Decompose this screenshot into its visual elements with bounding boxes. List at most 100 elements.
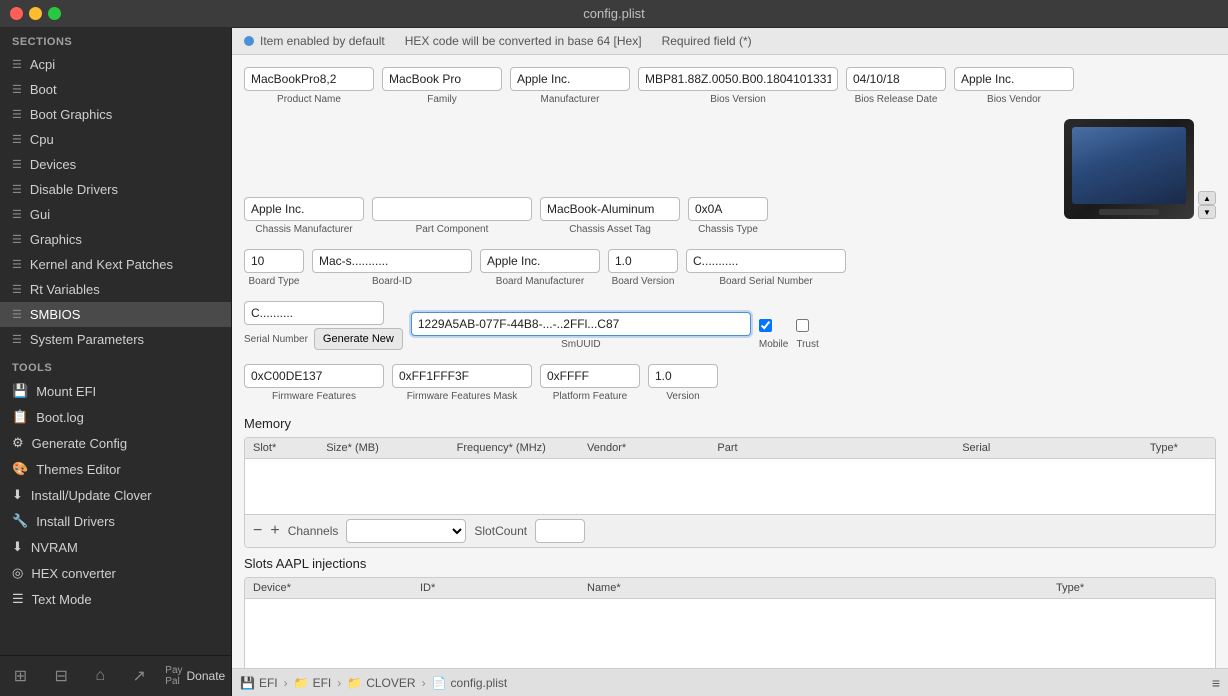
version-input[interactable] bbox=[648, 364, 718, 388]
platform-feature-label: Platform Feature bbox=[540, 391, 640, 402]
sidebar-tool-install-clover[interactable]: ⬇ Install/Update Clover bbox=[0, 482, 231, 508]
breadcrumb-efi-1[interactable]: 💾 EFI bbox=[240, 676, 278, 690]
sidebar-item-boot-graphics[interactable]: ☰ Boot Graphics bbox=[0, 102, 231, 127]
memory-title: Memory bbox=[244, 416, 1216, 431]
manufacturer-input[interactable] bbox=[510, 67, 630, 91]
sidebar-item-gui[interactable]: ☰ Gui bbox=[0, 202, 231, 227]
footer-btn-1[interactable]: ⊞ bbox=[6, 662, 35, 690]
sidebar-tool-hex-converter[interactable]: ◎ HEX converter bbox=[0, 560, 231, 586]
chassis-manufacturer-group: Chassis Manufacturer bbox=[244, 197, 364, 235]
sidebar-tool-themes-editor[interactable]: 🎨 Themes Editor bbox=[0, 456, 231, 482]
firmware-features-mask-input[interactable] bbox=[392, 364, 532, 388]
memory-table-body bbox=[245, 459, 1215, 514]
sidebar-label-disable-drivers: Disable Drivers bbox=[30, 182, 118, 197]
blue-dot-icon bbox=[244, 36, 254, 46]
menu-icon[interactable]: ≡ bbox=[1212, 675, 1220, 691]
board-type-input[interactable] bbox=[244, 249, 304, 273]
sidebar-tool-generate-config[interactable]: ⚙ Generate Config bbox=[0, 430, 231, 456]
bios-vendor-input[interactable] bbox=[954, 67, 1074, 91]
sidebar-tool-nvram[interactable]: ⬇ NVRAM bbox=[0, 534, 231, 560]
top-bar: Item enabled by default HEX code will be… bbox=[232, 28, 1228, 55]
sidebar-item-cpu[interactable]: ☰ Cpu bbox=[0, 127, 231, 152]
breadcrumb-sep-3: › bbox=[422, 676, 426, 690]
slot-count-label: SlotCount bbox=[474, 524, 527, 538]
sidebar-item-kernel-kext[interactable]: ☰ Kernel and Kext Patches bbox=[0, 252, 231, 277]
sidebar-item-graphics[interactable]: ☰ Graphics bbox=[0, 227, 231, 252]
smuuid-input[interactable] bbox=[411, 312, 751, 336]
mem-col-part: Part bbox=[709, 438, 954, 458]
mobile-checkbox[interactable] bbox=[759, 319, 772, 332]
sidebar-item-disable-drivers[interactable]: ☰ Disable Drivers bbox=[0, 177, 231, 202]
board-id-input[interactable] bbox=[312, 249, 472, 273]
memory-remove-btn[interactable]: − bbox=[253, 522, 262, 540]
footer-btn-2[interactable]: ⊟ bbox=[47, 662, 76, 690]
mount-efi-icon: 💾 bbox=[12, 383, 28, 399]
list-icon: ☰ bbox=[12, 283, 22, 296]
board-type-label: Board Type bbox=[244, 276, 304, 287]
bios-version-input[interactable] bbox=[638, 67, 838, 91]
sidebar-item-boot[interactable]: ☰ Boot bbox=[0, 77, 231, 102]
bios-date-input[interactable] bbox=[846, 67, 946, 91]
folder-efi-icon: 📁 bbox=[294, 676, 309, 690]
board-version-group: Board Version bbox=[608, 249, 678, 287]
scroll-down-btn[interactable]: ▼ bbox=[1198, 205, 1216, 219]
part-component-input[interactable] bbox=[372, 197, 532, 221]
mem-col-serial: Serial bbox=[954, 438, 1142, 458]
breadcrumb-efi-2[interactable]: 📁 EFI bbox=[294, 676, 332, 690]
sidebar-tool-install-drivers[interactable]: 🔧 Install Drivers bbox=[0, 508, 231, 534]
sidebar-tool-boot-log[interactable]: 📋 Boot.log bbox=[0, 404, 231, 430]
sections-label: SECTIONS bbox=[0, 28, 231, 52]
breadcrumb-label-clover: CLOVER bbox=[366, 676, 415, 690]
board-manufacturer-input[interactable] bbox=[480, 249, 600, 273]
board-serial-input[interactable] bbox=[686, 249, 846, 273]
channels-label: Channels bbox=[288, 524, 339, 538]
slot-count-input[interactable] bbox=[535, 519, 585, 543]
memory-add-btn[interactable]: + bbox=[270, 522, 279, 540]
board-serial-group: Board Serial Number bbox=[686, 249, 846, 287]
generate-new-button[interactable]: Generate New bbox=[314, 328, 403, 350]
chassis-manufacturer-input[interactable] bbox=[244, 197, 364, 221]
sidebar-item-acpi[interactable]: ☰ Acpi bbox=[0, 52, 231, 77]
sidebar-footer: ⊞ ⊟ ⌂ ↗ PayPal Donate bbox=[0, 655, 231, 696]
smbios-content: Product Name Family Manufacturer Bios Ve… bbox=[232, 55, 1228, 668]
sidebar-tool-label-mount-efi: Mount EFI bbox=[36, 384, 96, 399]
family-label: Family bbox=[382, 94, 502, 105]
sidebar-item-devices[interactable]: ☰ Devices bbox=[0, 152, 231, 177]
maximize-button[interactable] bbox=[48, 7, 61, 20]
bios-vendor-label: Bios Vendor bbox=[954, 94, 1074, 105]
board-version-input[interactable] bbox=[608, 249, 678, 273]
minimize-button[interactable] bbox=[29, 7, 42, 20]
product-name-input[interactable] bbox=[244, 67, 374, 91]
version-label: Version bbox=[648, 391, 718, 402]
sidebar: SECTIONS ☰ Acpi ☰ Boot ☰ Boot Graphics ☰… bbox=[0, 28, 232, 696]
footer-btn-3[interactable]: ⌂ bbox=[87, 663, 113, 689]
sidebar-tool-text-mode[interactable]: ☰ Text Mode bbox=[0, 586, 231, 612]
family-input[interactable] bbox=[382, 67, 502, 91]
donate-button[interactable]: PayPal Donate bbox=[165, 665, 225, 687]
install-drivers-icon: 🔧 bbox=[12, 513, 28, 529]
breadcrumb-clover[interactable]: 📁 CLOVER bbox=[347, 676, 415, 690]
serial-number-input[interactable] bbox=[244, 301, 384, 325]
breadcrumb-plist[interactable]: 📄 config.plist bbox=[432, 676, 508, 690]
chassis-type-input[interactable] bbox=[688, 197, 768, 221]
scroll-up-btn[interactable]: ▲ bbox=[1198, 191, 1216, 205]
bios-version-group: Bios Version bbox=[638, 67, 838, 105]
sidebar-label-devices: Devices bbox=[30, 157, 76, 172]
firmware-features-input[interactable] bbox=[244, 364, 384, 388]
memory-table-header: Slot* Size* (MB) Frequency* (MHz) Vendor… bbox=[245, 438, 1215, 459]
close-button[interactable] bbox=[10, 7, 23, 20]
sidebar-item-rt-variables[interactable]: ☰ Rt Variables bbox=[0, 277, 231, 302]
platform-feature-input[interactable] bbox=[540, 364, 640, 388]
chassis-asset-tag-input[interactable] bbox=[540, 197, 680, 221]
slots-aapl-table: Device* ID* Name* Type* − + bbox=[244, 577, 1216, 668]
bios-version-label: Bios Version bbox=[638, 94, 838, 105]
footer-btn-4[interactable]: ↗ bbox=[124, 662, 153, 690]
sidebar-item-smbios[interactable]: ☰ SMBIOS bbox=[0, 302, 231, 327]
channels-select[interactable] bbox=[346, 519, 466, 543]
slots-col-device: Device* bbox=[245, 578, 412, 598]
sidebar-item-system-params[interactable]: ☰ System Parameters bbox=[0, 327, 231, 352]
firmware-features-mask-label: Firmware Features Mask bbox=[392, 391, 532, 402]
item-enabled-label: Item enabled by default bbox=[260, 34, 385, 48]
sidebar-tool-mount-efi[interactable]: 💾 Mount EFI bbox=[0, 378, 231, 404]
trust-checkbox[interactable] bbox=[796, 319, 809, 332]
